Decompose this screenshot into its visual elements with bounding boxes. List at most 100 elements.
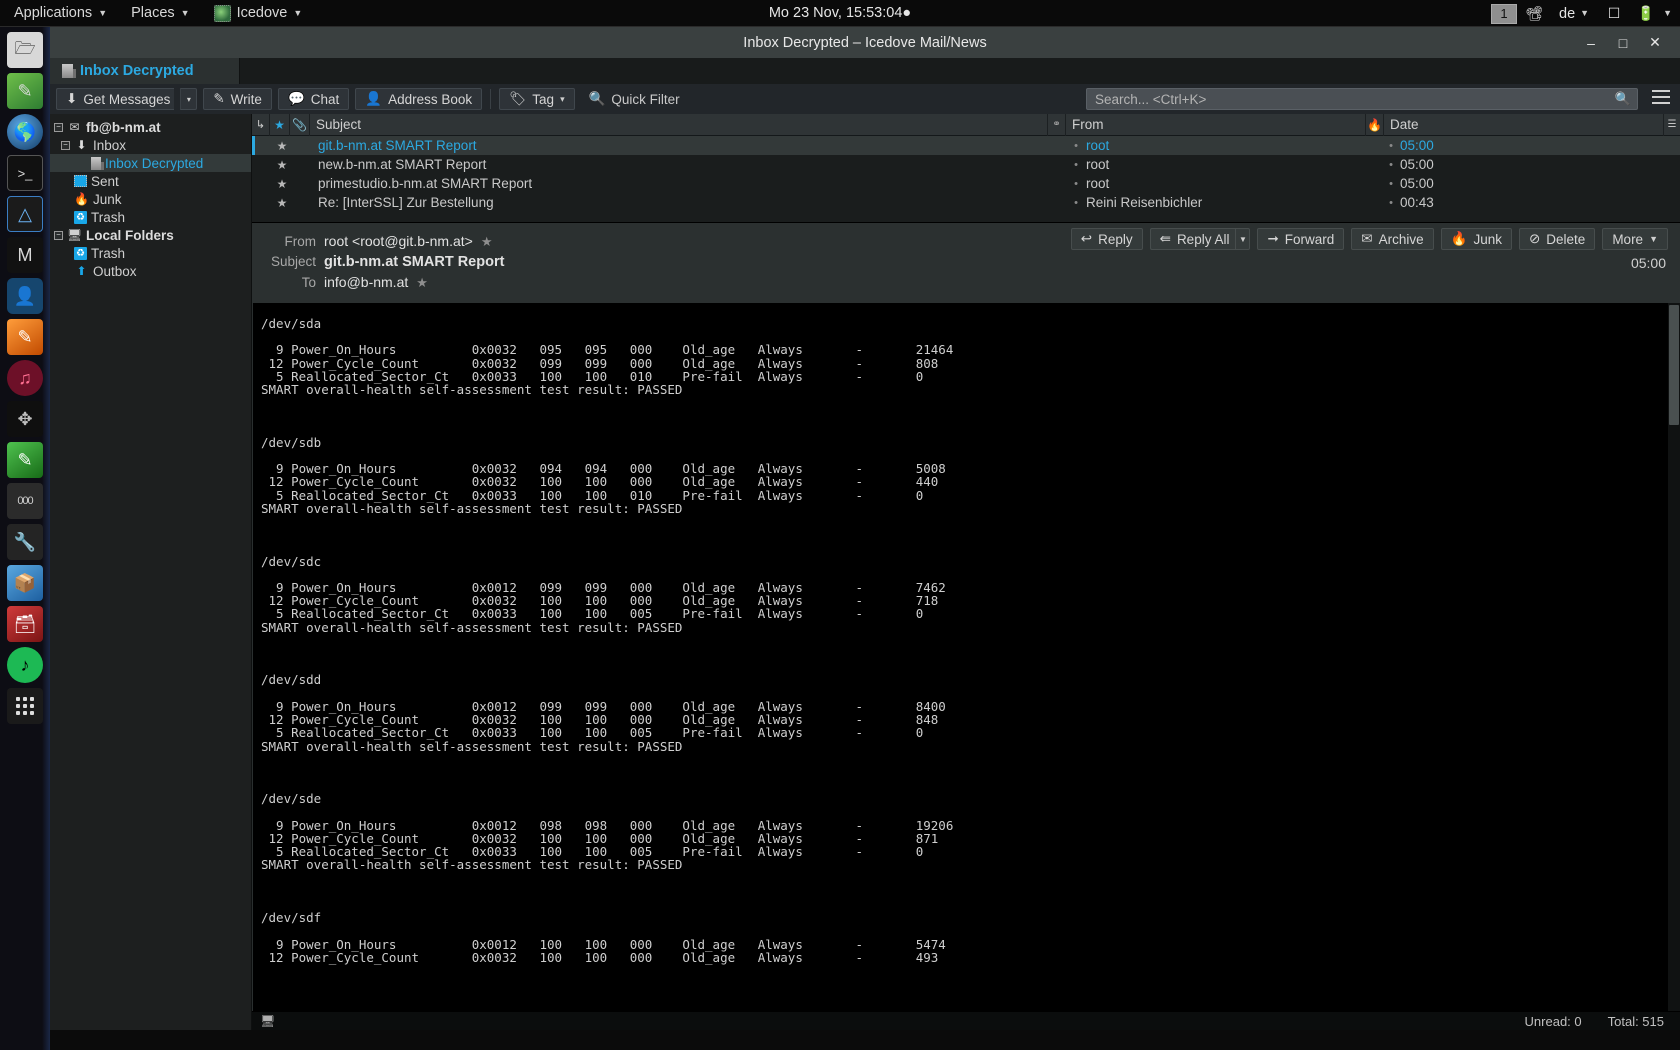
inbox-icon: ⬇ (76, 138, 87, 152)
folder-row-inbox[interactable]: − ⬇ Inbox (50, 136, 251, 154)
display-icon[interactable]: ☐ (1599, 0, 1629, 27)
row-star-icon[interactable]: ★ (272, 158, 292, 172)
show-applications-icon[interactable] (7, 688, 43, 724)
folder-row-outbox[interactable]: ⬆ Outbox (50, 262, 251, 280)
table-row[interactable]: ★ primestudio.b-nm.at SMART Report • roo… (252, 174, 1680, 193)
address-book-label: Address Book (388, 91, 473, 107)
folder-row-junk[interactable]: 🔥 Junk (50, 190, 251, 208)
junk-button[interactable]: 🔥 Junk (1440, 228, 1512, 250)
table-row[interactable]: ★ git.b-nm.at SMART Report • root • 05:0… (252, 136, 1680, 155)
terminal-icon[interactable]: >_ (7, 155, 43, 191)
column-picker-icon[interactable]: ☰ (1664, 114, 1680, 136)
row-star-icon[interactable]: ★ (272, 196, 292, 210)
package-manager-icon[interactable]: 📦 (7, 565, 43, 601)
utilities-icon[interactable]: 🔧 (7, 524, 43, 560)
close-button[interactable]: ✕ (1646, 34, 1664, 51)
calculator-icon[interactable]: 000 (7, 483, 43, 519)
minimize-button[interactable]: – (1582, 35, 1600, 51)
body-scrollbar[interactable] (1668, 303, 1680, 1011)
twisty-collapse-icon[interactable]: − (61, 140, 70, 150)
account-mail-icon: ✉ (69, 120, 80, 134)
files-icon[interactable]: 🗁 (7, 32, 43, 68)
column-attachment-icon[interactable]: 📎 (290, 113, 310, 136)
row-selection-marker (252, 155, 255, 174)
mail-icon[interactable]: M (7, 237, 43, 273)
more-button[interactable]: More ▼ (1602, 228, 1668, 250)
folder-label: Junk (93, 191, 122, 207)
contacts-icon[interactable]: 👤 (7, 278, 43, 314)
flame-icon: 🔥 (1450, 231, 1468, 246)
table-row[interactable]: ★ new.b-nm.at SMART Report • root • 05:0… (252, 155, 1680, 174)
reply-all-button[interactable]: ⇚ Reply All (1149, 228, 1236, 250)
search-icon[interactable]: 🔍 (1615, 91, 1631, 107)
folder-row-local-folders[interactable]: − 🖥 Local Folders (50, 226, 251, 244)
to-value[interactable]: info@b-nm.at (324, 274, 408, 290)
image-editor-icon[interactable]: ✎ (7, 319, 43, 355)
write-button[interactable]: ✎ Write (203, 88, 272, 110)
folder-row-inbox-decrypted[interactable]: Inbox Decrypted (50, 154, 251, 172)
database-icon[interactable]: 🗃 (7, 606, 43, 642)
folder-row-account[interactable]: − ✉ fb@b-nm.at (50, 118, 251, 136)
column-star[interactable]: ★ (270, 113, 290, 136)
column-date[interactable]: Date (1384, 113, 1664, 136)
main-body: − ✉ fb@b-nm.at − ⬇ Inbox Inbox Decrypted (50, 113, 1680, 1030)
address-book-button[interactable]: 👤 Address Book (355, 88, 483, 110)
chat-button[interactable]: 💬 Chat (277, 88, 350, 110)
workspace-indicator[interactable]: 1 (1491, 3, 1518, 24)
audio-editor-icon[interactable]: △ (7, 196, 43, 232)
network-icon[interactable]: 📽 (1519, 0, 1549, 27)
keyboard-layout-menu[interactable]: de ▼ (1551, 6, 1597, 22)
applications-menu[interactable]: Applications ▼ (0, 0, 119, 27)
text-editor-icon[interactable]: ✎ (7, 73, 43, 109)
column-from-icon[interactable]: ⚭ (1048, 113, 1066, 136)
tab-inbox-decrypted[interactable]: Inbox Decrypted (50, 58, 240, 84)
forward-button[interactable]: ➞ Forward (1257, 228, 1345, 250)
star-icon[interactable]: ★ (481, 234, 493, 250)
spotify-icon[interactable]: ♪ (7, 647, 43, 683)
places-menu[interactable]: Places ▼ (119, 0, 201, 27)
column-subject[interactable]: Subject (310, 113, 1048, 136)
tag-label: Tag (532, 91, 555, 107)
reply-all-dropdown[interactable]: ▼ (1235, 228, 1251, 250)
network-tool-icon[interactable]: ✥ (7, 401, 43, 437)
folder-row-trash-account[interactable]: ♻ Trash (50, 208, 251, 226)
archive-button[interactable]: ✉ Archive (1351, 228, 1434, 250)
row-star-icon[interactable]: ★ (272, 139, 292, 153)
search-input[interactable]: Search... <Ctrl+K> (1086, 88, 1638, 110)
twisty-collapse-icon[interactable]: − (54, 230, 63, 240)
quick-filter-button[interactable]: 🔍 Quick Filter (581, 91, 688, 107)
column-from[interactable]: From (1066, 113, 1366, 136)
unread-count: Unread: 0 (1524, 1013, 1582, 1029)
chevron-down-icon[interactable]: ▼ (1663, 9, 1672, 18)
reply-label: Reply (1098, 231, 1133, 247)
reply-button[interactable]: ↩ Reply (1070, 228, 1143, 250)
row-date-bullet-icon: • (1389, 177, 1393, 190)
table-row[interactable]: ★ Re: [InterSSL] Zur Bestellung • Reini … (252, 193, 1680, 212)
web-browser-icon[interactable]: 🌎 (7, 114, 43, 150)
icedove-window-menu[interactable]: Icedove ▼ (202, 0, 315, 27)
column-junk-icon[interactable]: 🔥 (1366, 113, 1384, 136)
folder-row-trash-local[interactable]: ♻ Trash (50, 244, 251, 262)
folder-row-sent[interactable]: Sent (50, 172, 251, 190)
toolbar-separator (490, 89, 492, 109)
get-messages-dropdown[interactable]: ▾ (180, 88, 198, 110)
notes-icon[interactable]: ✎ (7, 442, 43, 478)
column-thread[interactable]: ↳ (252, 113, 270, 136)
body-scrollbar-thumb[interactable] (1669, 305, 1679, 425)
twisty-collapse-icon[interactable]: − (54, 122, 63, 132)
media-player-icon[interactable]: ♫ (7, 360, 43, 396)
star-icon[interactable]: ★ (416, 275, 428, 291)
battery-icon[interactable]: 🔋 (1631, 0, 1661, 27)
desktop-dock: 🗁 ✎ 🌎 >_ △ M 👤 ✎ ♫ ✥ ✎ 000 🔧 📦 🗃 ♪ (0, 27, 50, 1050)
reply-all-arrow-icon: ⇚ (1159, 231, 1171, 246)
hamburger-menu-icon[interactable] (1652, 90, 1670, 104)
row-from-bullet-icon: • (1074, 177, 1078, 190)
delete-button[interactable]: ⊘ Delete (1518, 228, 1596, 250)
header-to-line: To info@b-nm.at ★ (252, 272, 1680, 293)
tag-button[interactable]: 🏷 Tag ▾ (499, 88, 575, 110)
get-messages-button[interactable]: ⬇ Get Messages (56, 88, 175, 110)
row-star-icon[interactable]: ★ (272, 177, 292, 191)
from-value[interactable]: root <root@git.b-nm.at> (324, 233, 473, 249)
maximize-button[interactable]: □ (1614, 35, 1632, 51)
desktop-top-panel: Applications ▼ Places ▼ Icedove ▼ Mo 23 … (0, 0, 1680, 27)
